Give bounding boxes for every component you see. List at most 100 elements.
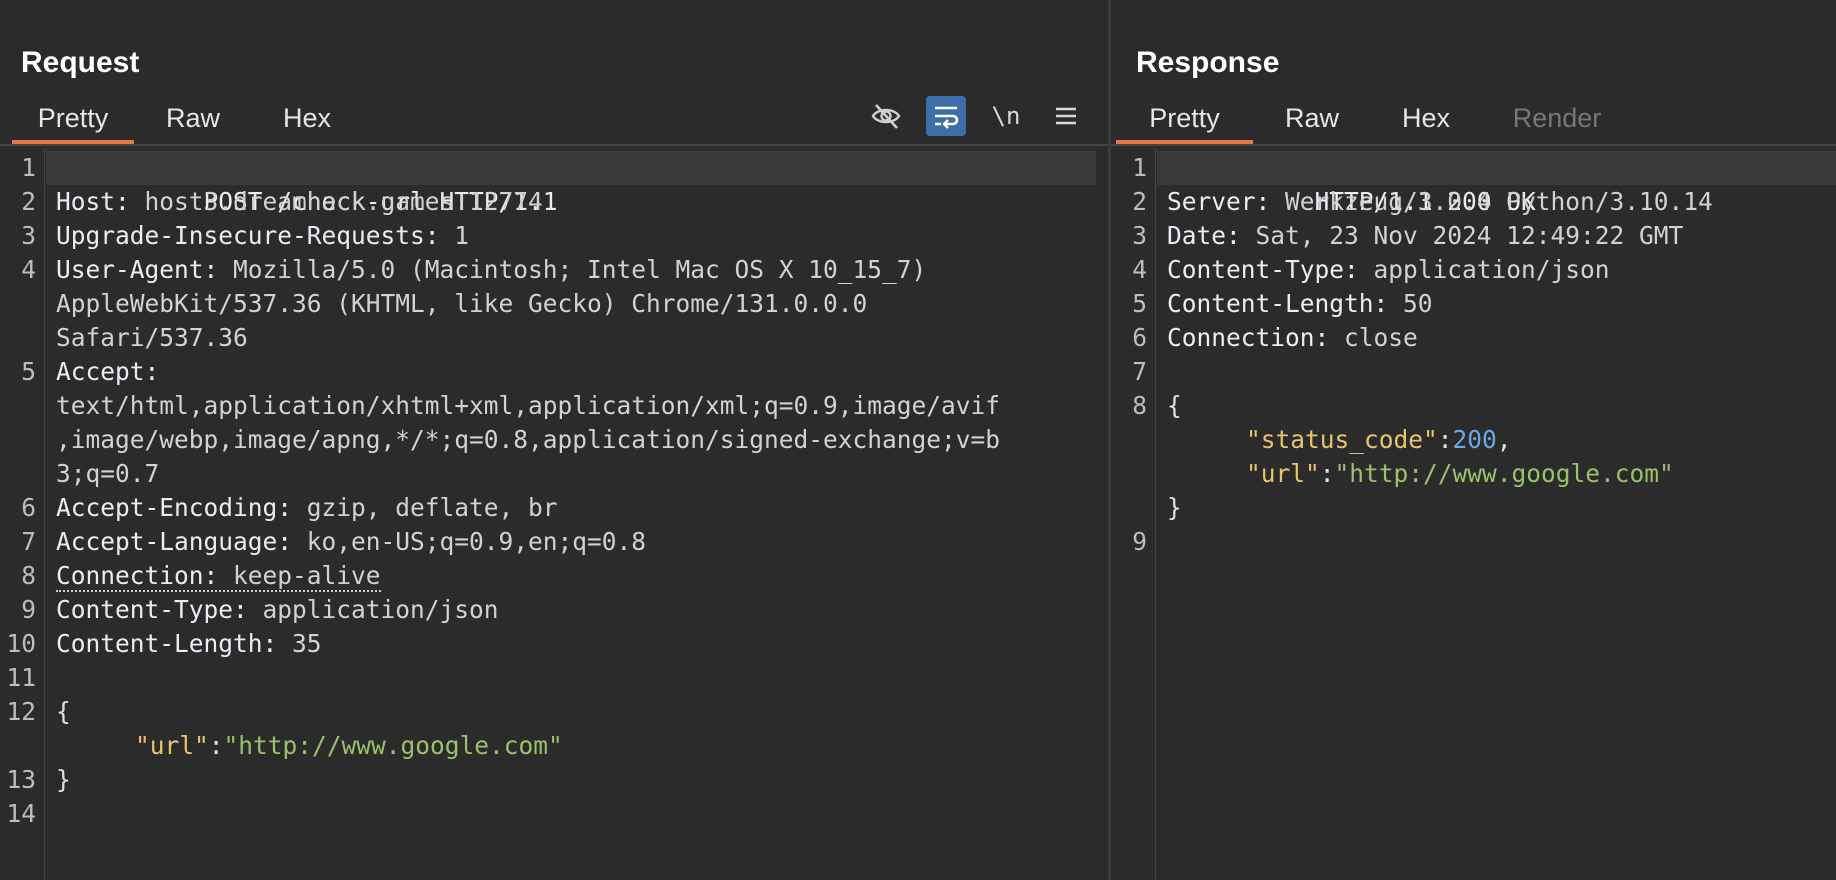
response-tabs: Pretty Raw Hex Render bbox=[1111, 96, 1836, 144]
line-number: 9 bbox=[1132, 527, 1147, 556]
code-line: POST /check-url HTTP/1.1 bbox=[46, 151, 1096, 216]
code-line: Accept-Encoding: gzip, deflate, br bbox=[56, 491, 558, 525]
header-name: Accept-Language: bbox=[56, 527, 293, 556]
header-value: close bbox=[1329, 323, 1418, 352]
json-key: "status_code" bbox=[1246, 425, 1438, 454]
response-panel: Response Pretty Raw Hex Render 1 2 3 4 5… bbox=[1111, 0, 1836, 880]
word-wrap-icon bbox=[935, 106, 959, 129]
header-value: application/json bbox=[1358, 255, 1610, 284]
code-line: Content-Length: 50 bbox=[1167, 287, 1433, 321]
request-code[interactable]: POST /check-url HTTP/1.1 Host: host3.dre… bbox=[46, 148, 1109, 880]
header-value: Mozilla/5.0 (Macintosh; Intel Mac OS X 1… bbox=[218, 255, 927, 284]
code-line: { bbox=[56, 695, 71, 729]
header-value: Sat, 23 Nov 2024 12:49:22 GMT bbox=[1240, 221, 1684, 250]
response-tab-render[interactable]: Render bbox=[1495, 96, 1619, 140]
header-value: keep-alive bbox=[218, 561, 381, 590]
code-line: Host: host3.dreamhack.games:12774 bbox=[56, 185, 543, 219]
code-line-wrap: Safari/537.36 bbox=[56, 321, 248, 355]
header-value: ,image/webp,image/apng,*/*;q=0.8,applica… bbox=[56, 425, 1001, 454]
header-name: Connection: bbox=[1167, 323, 1330, 352]
newline-label: \n bbox=[991, 102, 1021, 130]
header-value: text/html,application/xhtml+xml,applicat… bbox=[56, 391, 1001, 420]
request-panel: Request Pretty Raw Hex \n 1 2 3 4 5 6 7 … bbox=[0, 0, 1109, 880]
header-value: gzip, deflate, br bbox=[292, 493, 558, 522]
header-value: 50 bbox=[1388, 289, 1433, 318]
json-string: "http://www.google.com" bbox=[1334, 459, 1674, 488]
header-name: Server: bbox=[1167, 187, 1271, 216]
code-line-wrap: text/html,application/xhtml+xml,applicat… bbox=[56, 389, 1000, 423]
request-editor[interactable]: 1 2 3 4 5 6 7 8 9 10 11 12 13 14 POST /c… bbox=[0, 148, 1109, 880]
line-number: 9 bbox=[21, 595, 36, 624]
response-tabs-divider bbox=[1111, 144, 1836, 146]
line-number: 7 bbox=[21, 527, 36, 556]
line-number: 3 bbox=[1132, 221, 1147, 250]
code-line: } bbox=[56, 763, 71, 797]
response-editor[interactable]: 1 2 3 4 5 6 7 8 9 HTTP/1.1 200 OK Server… bbox=[1111, 148, 1836, 880]
json-brace: { bbox=[1167, 391, 1182, 420]
code-line-wrap: "status_code":200, bbox=[1246, 423, 1512, 457]
header-name: Connection: bbox=[56, 561, 219, 590]
header-value: 1 bbox=[439, 221, 470, 250]
eye-off-icon bbox=[871, 104, 901, 129]
request-title: Request bbox=[21, 46, 140, 79]
code-line-wrap: } bbox=[1167, 491, 1182, 525]
code-line: Server: Werkzeug/3.0.4 Python/3.10.14 bbox=[1167, 185, 1713, 219]
line-number: 14 bbox=[6, 799, 36, 828]
request-gutter: 1 2 3 4 5 6 7 8 9 10 11 12 13 14 bbox=[0, 148, 45, 880]
header-value: AppleWebKit/537.36 (KHTML, like Gecko) C… bbox=[56, 289, 868, 318]
header-name: Content-Length: bbox=[1167, 289, 1389, 318]
line-number: 2 bbox=[1132, 187, 1147, 216]
header-value: 35 bbox=[277, 629, 322, 658]
code-line: HTTP/1.1 200 OK bbox=[1157, 151, 1836, 216]
panel-menu-button[interactable] bbox=[1046, 96, 1086, 136]
json-colon: : bbox=[1437, 425, 1453, 454]
http-message-viewer: Request Pretty Raw Hex \n 1 2 3 4 5 6 7 … bbox=[0, 0, 1836, 880]
json-string: "http://www.google.com" bbox=[223, 731, 563, 760]
code-line: { bbox=[1167, 389, 1182, 423]
header-value: Safari/537.36 bbox=[56, 323, 248, 352]
request-tab-raw[interactable]: Raw bbox=[146, 96, 240, 140]
json-colon: : bbox=[1319, 459, 1335, 488]
json-brace: } bbox=[1167, 493, 1182, 522]
header-name: Date: bbox=[1167, 221, 1241, 250]
line-number: 11 bbox=[6, 663, 36, 692]
line-number: 8 bbox=[1132, 391, 1147, 420]
line-number: 8 bbox=[21, 561, 36, 590]
show-newlines-button[interactable]: \n bbox=[986, 96, 1026, 136]
line-number: 5 bbox=[1132, 289, 1147, 318]
json-comma: , bbox=[1496, 425, 1512, 454]
line-number: 7 bbox=[1132, 357, 1147, 386]
line-number: 12 bbox=[6, 697, 36, 726]
header-value: host3.dreamhack.games:12774 bbox=[129, 187, 543, 216]
code-line: User-Agent: Mozilla/5.0 (Macintosh; Inte… bbox=[56, 253, 926, 287]
line-number: 1 bbox=[21, 153, 36, 182]
code-line-wrap: 3;q=0.7 bbox=[56, 457, 159, 491]
line-number: 1 bbox=[1132, 153, 1147, 182]
code-line-wrap: ,image/webp,image/apng,*/*;q=0.8,applica… bbox=[56, 423, 1000, 457]
line-number: 13 bbox=[6, 765, 36, 794]
code-line-wrap: AppleWebKit/537.36 (KHTML, like Gecko) C… bbox=[56, 287, 867, 321]
line-number: 3 bbox=[21, 221, 36, 250]
json-brace: } bbox=[56, 765, 71, 794]
header-name: Accept-Encoding: bbox=[56, 493, 293, 522]
request-tab-pretty[interactable]: Pretty bbox=[12, 96, 134, 144]
code-line: Content-Type: application/json bbox=[56, 593, 499, 627]
json-key: "url" bbox=[135, 731, 209, 760]
json-key: "url" bbox=[1246, 459, 1320, 488]
response-title: Response bbox=[1136, 46, 1280, 79]
header-name: Accept: bbox=[56, 357, 160, 386]
request-tabs-divider bbox=[0, 144, 1109, 146]
hide-nonprintable-button[interactable] bbox=[866, 96, 906, 136]
response-gutter: 1 2 3 4 5 6 7 8 9 bbox=[1111, 148, 1156, 880]
code-line: Connection: close bbox=[1167, 321, 1418, 355]
response-tab-hex[interactable]: Hex bbox=[1385, 96, 1467, 140]
response-tab-raw[interactable]: Raw bbox=[1265, 96, 1359, 140]
code-line: Accept: bbox=[56, 355, 159, 389]
line-number: 5 bbox=[21, 357, 36, 386]
request-tab-hex[interactable]: Hex bbox=[266, 96, 348, 140]
response-code[interactable]: HTTP/1.1 200 OK Server: Werkzeug/3.0.4 P… bbox=[1157, 148, 1836, 880]
code-line: Accept-Language: ko,en-US;q=0.9,en;q=0.8 bbox=[56, 525, 646, 559]
response-tab-pretty[interactable]: Pretty bbox=[1116, 96, 1253, 144]
json-number: 200 bbox=[1452, 425, 1497, 454]
word-wrap-button[interactable] bbox=[926, 96, 966, 136]
